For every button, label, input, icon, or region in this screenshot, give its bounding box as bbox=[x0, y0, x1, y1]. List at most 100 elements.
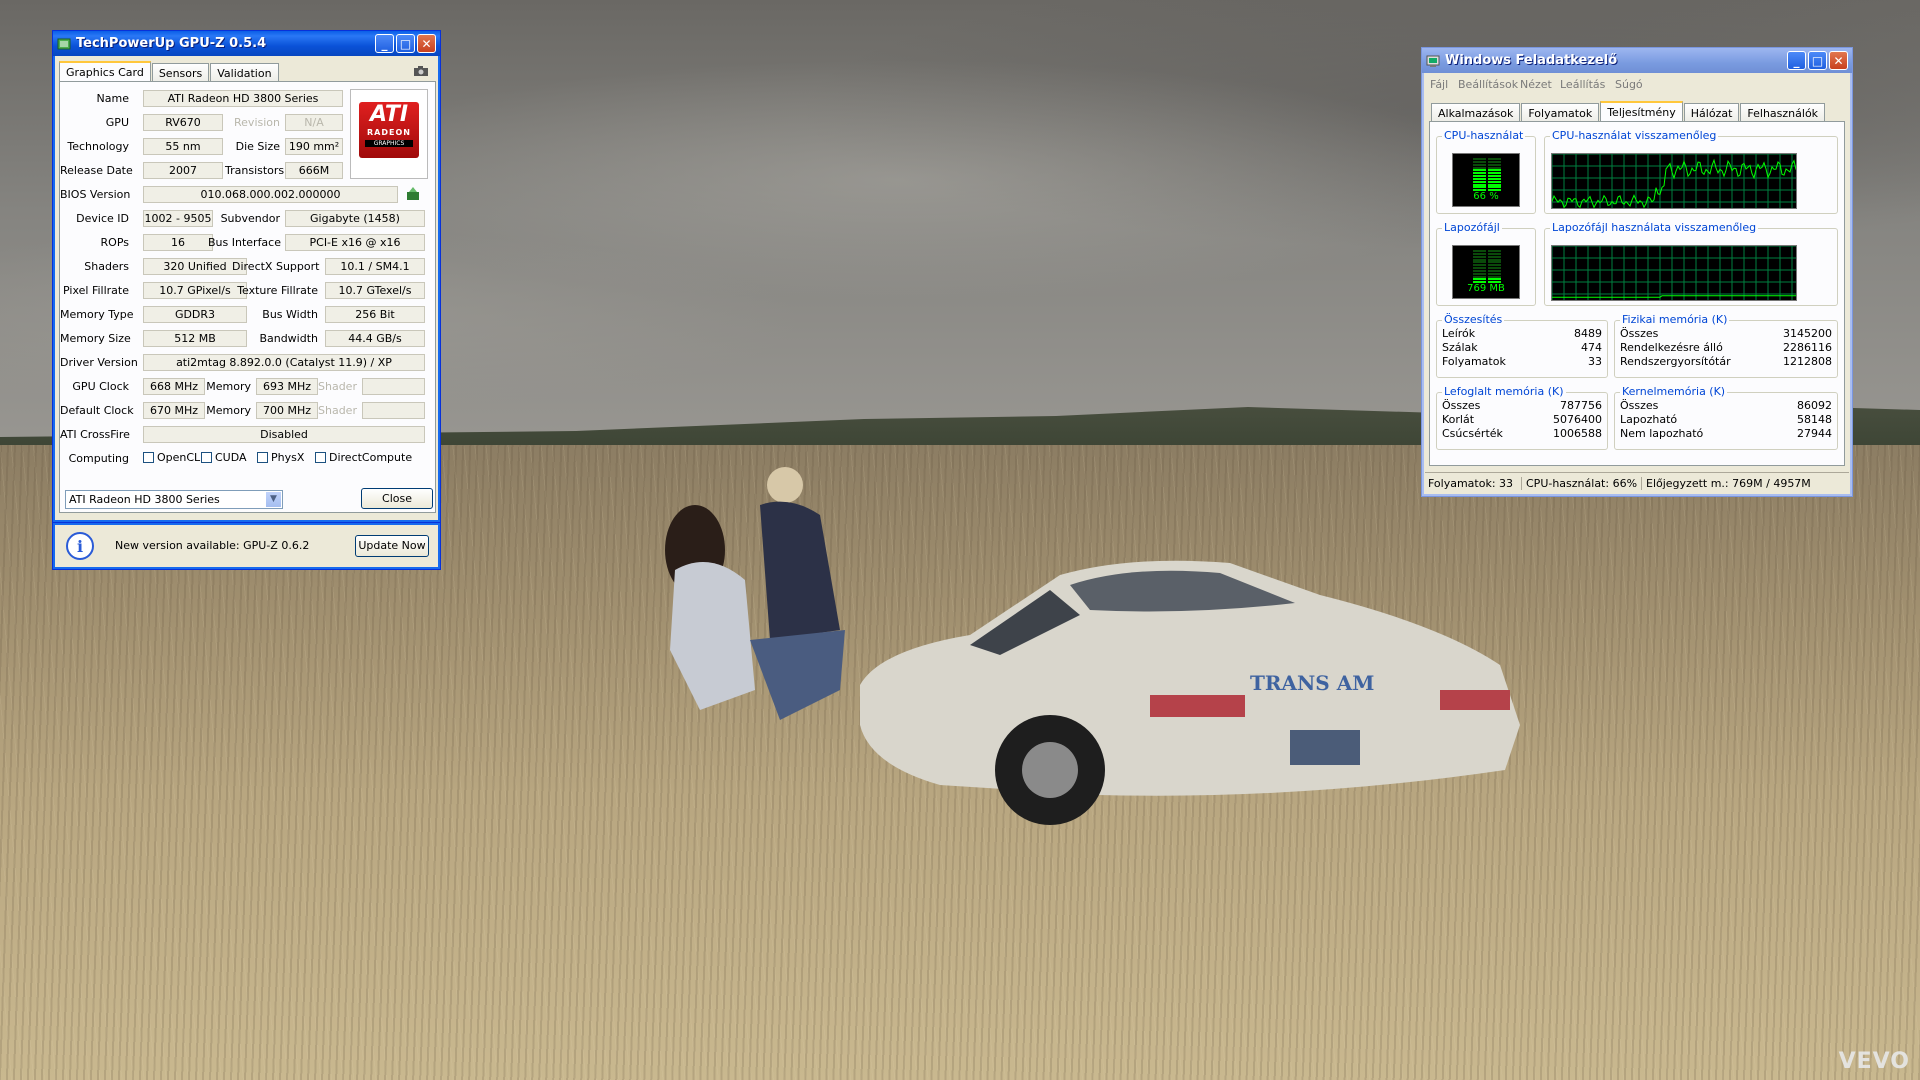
gpuz-titlebar[interactable]: TechPowerUp GPU-Z 0.5.4 _ □ ✕ bbox=[53, 31, 440, 56]
cuda-checkbox[interactable]: CUDA bbox=[201, 451, 247, 464]
close-window-button[interactable]: ✕ bbox=[417, 34, 436, 53]
device-id-field: 1002 - 9505 bbox=[143, 210, 213, 227]
totals-row: Leírók 8489 bbox=[1442, 327, 1602, 340]
chevron-down-icon[interactable]: ▼ bbox=[266, 492, 281, 507]
close-window-button[interactable]: ✕ bbox=[1829, 51, 1848, 70]
cpu-usage-meter: 66 % bbox=[1452, 153, 1520, 207]
meter-segment bbox=[1488, 166, 1501, 169]
kernel-value: 58148 bbox=[1797, 413, 1832, 426]
meter-segment bbox=[1488, 169, 1501, 172]
taskmanager-titlebar[interactable]: Windows Feladatkezelő _ □ ✕ bbox=[1422, 48, 1852, 73]
meter-segment bbox=[1473, 189, 1486, 192]
graph-trace bbox=[1552, 295, 1796, 298]
commit-value: 787756 bbox=[1560, 399, 1602, 412]
tab-networking[interactable]: Hálózat bbox=[1683, 103, 1740, 123]
menu-view[interactable]: Nézet bbox=[1520, 78, 1552, 91]
die-size-field: 190 mm² bbox=[285, 138, 343, 155]
meter-segment bbox=[1473, 281, 1486, 284]
physical-row: Rendszergyorsítótár 1212808 bbox=[1620, 355, 1832, 368]
computing-label: Computing bbox=[68, 452, 129, 465]
physical-row: Összes 3145200 bbox=[1620, 327, 1832, 340]
rops-field: 16 bbox=[143, 234, 213, 251]
totals-key: Folyamatok bbox=[1442, 355, 1506, 368]
maximize-button[interactable]: □ bbox=[396, 34, 415, 53]
checkbox-box bbox=[201, 452, 212, 463]
logo-brand: ATI bbox=[369, 102, 409, 127]
commit-key: Összes bbox=[1442, 399, 1481, 412]
meter-segment bbox=[1473, 269, 1486, 272]
minimize-button[interactable]: _ bbox=[375, 34, 394, 53]
car-text: TRANS AM bbox=[1250, 671, 1374, 695]
opencl-checkbox[interactable]: OpenCL bbox=[143, 451, 200, 464]
meter-segment bbox=[1488, 264, 1501, 267]
meter-segment bbox=[1473, 275, 1486, 278]
name-label: Name bbox=[96, 92, 129, 105]
tab-sensors[interactable]: Sensors bbox=[151, 63, 210, 83]
update-now-button[interactable]: Update Now bbox=[355, 535, 429, 557]
maximize-button[interactable]: □ bbox=[1808, 51, 1827, 70]
camera-icon[interactable] bbox=[413, 65, 429, 77]
revision-label: Revision bbox=[234, 116, 280, 129]
cpu-usage-group: 66 % bbox=[1436, 136, 1536, 214]
directcompute-checkbox[interactable]: DirectCompute bbox=[315, 451, 412, 464]
meter-segment bbox=[1488, 267, 1501, 269]
physical-key: Rendszergyorsítótár bbox=[1620, 355, 1731, 368]
totals-value: 8489 bbox=[1574, 327, 1602, 340]
kernel-key: Összes bbox=[1620, 399, 1659, 412]
checkbox-box bbox=[315, 452, 326, 463]
menu-help[interactable]: Súgó bbox=[1615, 78, 1643, 91]
transistors-label: Transistors bbox=[225, 164, 285, 177]
menu-options[interactable]: Beállítások bbox=[1458, 78, 1518, 91]
minimize-button[interactable]: _ bbox=[1787, 51, 1806, 70]
meter-segment bbox=[1488, 272, 1501, 275]
meter-segment bbox=[1488, 269, 1501, 272]
update-notice: i New version available: GPU-Z 0.6.2 Upd… bbox=[52, 522, 441, 570]
driver-label: Driver Version bbox=[60, 356, 138, 369]
bandwidth-label: Bandwidth bbox=[259, 332, 318, 345]
commit-value: 5076400 bbox=[1553, 413, 1602, 426]
memory-type-label: Memory Type bbox=[60, 308, 134, 321]
device-select[interactable]: ATI Radeon HD 3800 Series ▼ bbox=[65, 490, 283, 509]
commit-key: Korlát bbox=[1442, 413, 1475, 426]
meter-segment bbox=[1473, 186, 1486, 189]
pagefile-group: 769 MB bbox=[1436, 228, 1536, 306]
physical-memory-title: Fizikai memória (K) bbox=[1620, 313, 1730, 326]
meter-segment bbox=[1473, 250, 1486, 252]
shader-clock-field bbox=[362, 378, 425, 395]
meter-segment bbox=[1488, 177, 1501, 180]
menu-file[interactable]: Fájl bbox=[1430, 78, 1448, 91]
meter-segment bbox=[1473, 177, 1486, 180]
physx-checkbox[interactable]: PhysX bbox=[257, 451, 304, 464]
tab-processes[interactable]: Folyamatok bbox=[1521, 103, 1600, 123]
kernel-row: Nem lapozható 27944 bbox=[1620, 427, 1832, 440]
gpu-field: RV670 bbox=[143, 114, 223, 131]
meter-segment bbox=[1488, 175, 1501, 177]
close-button[interactable]: Close bbox=[361, 488, 433, 509]
meter-segment bbox=[1473, 252, 1486, 255]
meter-segment bbox=[1488, 250, 1501, 252]
technology-field: 55 nm bbox=[143, 138, 223, 155]
meter-segment bbox=[1473, 180, 1486, 183]
checkbox-box bbox=[143, 452, 154, 463]
bios-save-icon[interactable] bbox=[405, 186, 421, 202]
meter-segment bbox=[1488, 180, 1501, 183]
commit-key: Csúcsérték bbox=[1442, 427, 1503, 440]
meter-segment bbox=[1488, 189, 1501, 192]
totals-key: Szálak bbox=[1442, 341, 1478, 354]
tab-validation[interactable]: Validation bbox=[210, 63, 279, 83]
tab-applications[interactable]: Alkalmazások bbox=[1431, 103, 1521, 123]
default-shader-field bbox=[362, 402, 425, 419]
revision-field: N/A bbox=[285, 114, 343, 131]
minimize-icon: _ bbox=[381, 36, 388, 51]
totals-title: Összesítés bbox=[1442, 313, 1505, 326]
meter-segment bbox=[1473, 264, 1486, 267]
menu-shutdown[interactable]: Leállítás bbox=[1560, 78, 1605, 91]
cpu-history-group bbox=[1544, 136, 1838, 214]
meter-segment bbox=[1473, 172, 1486, 175]
bandwidth-field: 44.4 GB/s bbox=[325, 330, 425, 347]
meter-segment bbox=[1473, 166, 1486, 169]
update-message: New version available: GPU-Z 0.6.2 bbox=[115, 539, 310, 552]
car-image: TRANS AM bbox=[860, 560, 1520, 825]
bios-field: 010.068.000.002.000000 bbox=[143, 186, 398, 203]
tab-users[interactable]: Felhasználók bbox=[1740, 103, 1826, 123]
